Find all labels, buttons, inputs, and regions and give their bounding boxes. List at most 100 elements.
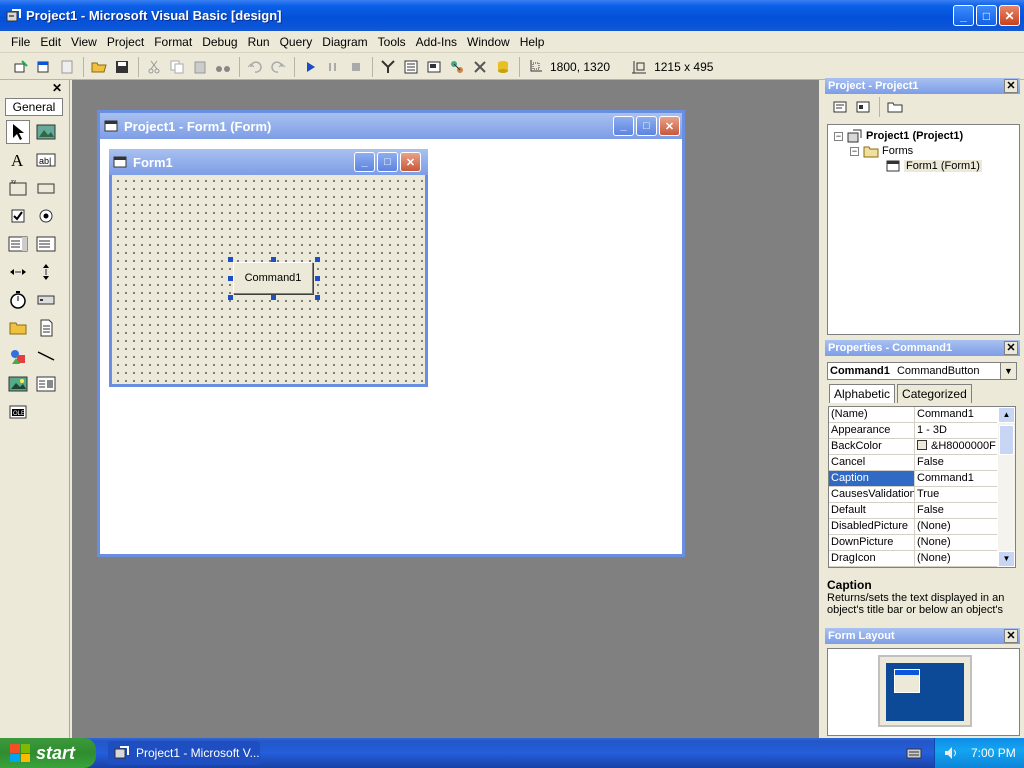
shape-tool[interactable] (6, 344, 30, 368)
property-row-selected[interactable]: Caption Command1 (829, 471, 997, 487)
undo-button[interactable] (244, 56, 266, 78)
property-row[interactable]: DragIcon (None) (829, 551, 997, 567)
picturebox-tool[interactable] (34, 120, 58, 144)
copy-button[interactable] (166, 56, 188, 78)
project-explorer-button[interactable] (377, 56, 399, 78)
resize-handle[interactable] (228, 276, 233, 281)
property-row[interactable]: BackColor &H8000000F (829, 439, 997, 455)
resize-handle[interactable] (315, 295, 320, 300)
image-tool[interactable] (6, 372, 30, 396)
timer-tool[interactable] (6, 288, 30, 312)
form1-titlebar[interactable]: Form1 _ □ ✕ (109, 149, 428, 175)
menu-run[interactable]: Run (243, 35, 275, 49)
menu-view[interactable]: View (66, 35, 102, 49)
add-project-button[interactable] (10, 56, 32, 78)
add-form-button[interactable] (33, 56, 55, 78)
form-designer-window[interactable]: Project1 - Form1 (Form) _ □ ✕ Form1 _ □ … (97, 110, 685, 557)
property-row[interactable]: Cancel False (829, 455, 997, 471)
form1-canvas[interactable]: Form1 _ □ ✕ Command1 (109, 149, 428, 387)
tab-alphabetic[interactable]: Alphabetic (829, 384, 896, 403)
property-grid-scrollbar[interactable]: ▲ ▼ (998, 407, 1015, 567)
menu-tools[interactable]: Tools (373, 35, 411, 49)
tree-node-forms[interactable]: − Forms (850, 144, 913, 158)
pointer-tool[interactable] (6, 120, 30, 144)
resize-handle[interactable] (315, 257, 320, 262)
taskbar-item-vb[interactable]: Project1 - Microsoft V... (108, 741, 260, 765)
resize-handle[interactable] (315, 276, 320, 281)
toggle-folders-button[interactable] (884, 96, 906, 118)
project-explorer-close[interactable]: ✕ (1004, 79, 1018, 93)
property-value[interactable]: True (915, 487, 997, 502)
form1-grid[interactable]: Command1 (112, 175, 425, 384)
view-object-button[interactable] (852, 96, 874, 118)
menu-add-ins[interactable]: Add-Ins (411, 35, 462, 49)
resize-handle[interactable] (228, 257, 233, 262)
resize-handle[interactable] (228, 295, 233, 300)
designer-maximize-button[interactable]: □ (636, 116, 657, 136)
optionbutton-tool[interactable] (34, 204, 58, 228)
form1-close-button[interactable]: ✕ (400, 152, 421, 172)
tree-node-form1[interactable]: Form1 (Form1) (886, 160, 982, 172)
object-browser-button[interactable] (446, 56, 468, 78)
frame-tool[interactable]: xy (6, 176, 30, 200)
form-layout-close[interactable]: ✕ (1004, 629, 1018, 643)
tab-categorized[interactable]: Categorized (897, 384, 972, 403)
checkbox-tool[interactable] (6, 204, 30, 228)
maximize-button[interactable]: □ (976, 5, 997, 26)
scroll-up-icon[interactable]: ▲ (998, 407, 1015, 423)
find-button[interactable] (212, 56, 234, 78)
scroll-down-icon[interactable]: ▼ (998, 551, 1015, 567)
menu-file[interactable]: File (6, 35, 35, 49)
break-button[interactable] (322, 56, 344, 78)
menu-debug[interactable]: Debug (197, 35, 242, 49)
close-button[interactable]: ✕ (999, 5, 1020, 26)
property-row[interactable]: DisabledPicture (None) (829, 519, 997, 535)
line-tool[interactable] (34, 344, 58, 368)
resize-handle[interactable] (271, 257, 276, 262)
dirlistbox-tool[interactable] (6, 316, 30, 340)
tree-node-project1[interactable]: − Project1 (Project1) (834, 128, 963, 144)
designer-minimize-button[interactable]: _ (613, 116, 634, 136)
property-value[interactable]: &H8000000F (915, 439, 997, 454)
property-row[interactable]: DownPicture (None) (829, 535, 997, 551)
open-project-button[interactable] (88, 56, 110, 78)
toolbox-general-tab[interactable]: General (5, 98, 63, 116)
toolbox-close-button[interactable]: ✕ (51, 82, 63, 94)
resize-handle[interactable] (271, 295, 276, 300)
property-value[interactable]: False (915, 455, 997, 470)
form1-minimize-button[interactable]: _ (354, 152, 375, 172)
ole-tool[interactable]: OLE (6, 400, 30, 424)
property-row[interactable]: Appearance 1 - 3D (829, 423, 997, 439)
object-selector[interactable]: Command1 CommandButton ▼ (827, 362, 1017, 380)
command1-button[interactable]: Command1 (233, 262, 313, 294)
menu-help[interactable]: Help (515, 35, 550, 49)
vscrollbar-tool[interactable] (34, 260, 58, 284)
paste-button[interactable] (189, 56, 211, 78)
minimize-button[interactable]: _ (953, 5, 974, 26)
save-project-button[interactable] (111, 56, 133, 78)
start-button[interactable] (299, 56, 321, 78)
menu-editor-button[interactable] (56, 56, 78, 78)
property-value[interactable]: 1 - 3D (915, 423, 997, 438)
filelistbox-tool[interactable] (34, 316, 58, 340)
title-bar[interactable]: Project1 - Microsoft Visual Basic [desig… (0, 0, 1024, 31)
menu-project[interactable]: Project (102, 35, 149, 49)
menu-query[interactable]: Query (275, 35, 318, 49)
hscrollbar-tool[interactable] (6, 260, 30, 284)
designer-close-button[interactable]: ✕ (659, 116, 680, 136)
commandbutton-tool[interactable] (34, 176, 58, 200)
property-value[interactable]: (None) (915, 519, 997, 534)
property-value[interactable]: Command1 (915, 471, 997, 486)
properties-close[interactable]: ✕ (1004, 341, 1018, 355)
chevron-down-icon[interactable]: ▼ (1000, 363, 1016, 379)
property-value[interactable]: (None) (915, 535, 997, 550)
form1-maximize-button[interactable]: □ (377, 152, 398, 172)
menu-diagram[interactable]: Diagram (317, 35, 372, 49)
property-value[interactable]: (None) (915, 551, 997, 566)
property-value[interactable]: False (915, 503, 997, 518)
textbox-tool[interactable]: ab| (34, 148, 58, 172)
properties-window-button[interactable] (400, 56, 422, 78)
property-row[interactable]: Default False (829, 503, 997, 519)
menu-edit[interactable]: Edit (35, 35, 66, 49)
end-button[interactable] (345, 56, 367, 78)
